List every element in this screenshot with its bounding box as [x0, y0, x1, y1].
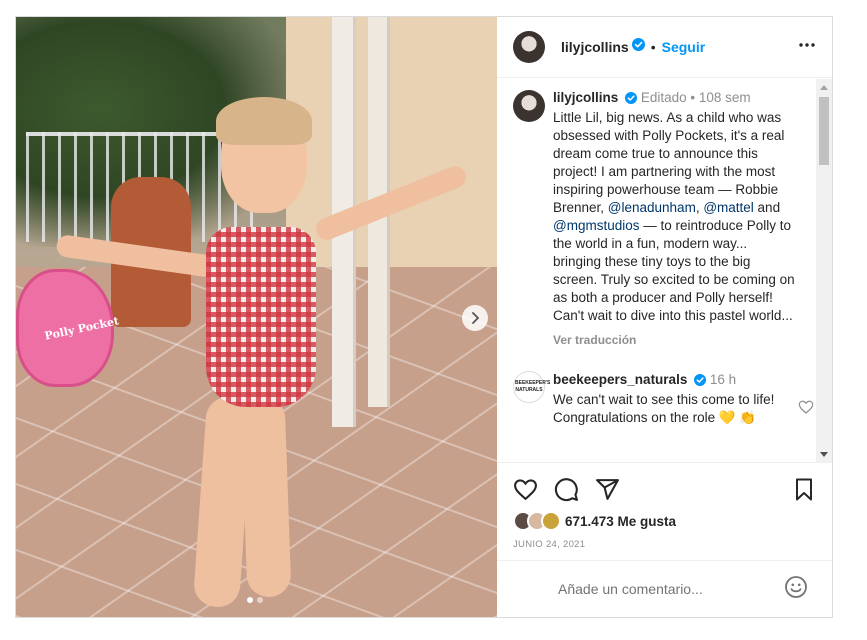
see-translation-link[interactable]: Ver traducción [553, 331, 798, 349]
scroll-down-arrow-icon[interactable] [820, 452, 828, 457]
comment-body: beekeepers_naturals 16 h We can't wait t… [553, 371, 798, 427]
comment-username[interactable]: beekeepers_naturals [553, 372, 687, 387]
like-comment-button[interactable] [798, 399, 814, 420]
emoji-button[interactable] [784, 575, 808, 604]
caption-text-part: — to reintroduce Polly to the world in a… [553, 218, 795, 323]
post-header: lilyjcollins • Seguir [497, 17, 832, 78]
more-options-button[interactable] [798, 36, 816, 59]
avatar[interactable] [513, 31, 545, 63]
mention-link[interactable]: @lenadunham [608, 200, 696, 215]
save-button[interactable] [792, 477, 816, 502]
verified-badge-icon [631, 38, 645, 56]
scrollbar-thumb[interactable] [819, 97, 829, 165]
avatar[interactable]: BEEKEEPER'S NATURALS [513, 371, 551, 403]
heart-icon [798, 400, 814, 414]
next-photo-button[interactable] [462, 305, 488, 331]
paper-plane-icon [596, 479, 619, 500]
avatar[interactable] [541, 511, 561, 531]
comment-text: We can't wait to see this come to life! … [553, 392, 775, 425]
scroll-up-arrow-icon[interactable] [820, 85, 828, 90]
liker-avatars [513, 511, 561, 531]
photo-gingham-swimsuit [206, 227, 316, 407]
post-date: JUNIO 24, 2021 [513, 539, 586, 550]
comment-item: BEEKEEPER'S NATURALS beekeepers_naturals… [513, 371, 814, 427]
mention-link[interactable]: @mgmstudios [553, 218, 639, 233]
verified-badge-icon [694, 373, 707, 391]
heart-icon [514, 479, 537, 501]
comment-bubble-icon [554, 478, 578, 502]
comment-input[interactable]: Añade un comentario... [558, 581, 703, 597]
photo-child-leg [240, 396, 292, 598]
action-icons [513, 477, 816, 502]
comments-panel[interactable]: lilyjcollins Editado • 108 sem Little Li… [497, 78, 832, 462]
caption-text: Little Lil, big news. As a child who was… [553, 109, 798, 325]
photo-child-hair [216, 97, 312, 145]
carousel-indicator [247, 597, 263, 603]
post-caption: lilyjcollins Editado • 108 sem Little Li… [513, 89, 814, 349]
comments-scrollbar[interactable] [816, 79, 832, 463]
verified-badge-icon [625, 91, 638, 109]
share-button[interactable] [595, 477, 620, 502]
instagram-post: Polly Pocket lilyjcollins • Seguir lilyj… [15, 16, 833, 618]
avatar[interactable] [513, 90, 545, 122]
carousel-dot [257, 597, 263, 603]
like-button[interactable] [513, 477, 538, 502]
smiley-icon [785, 575, 807, 598]
bookmark-icon [796, 478, 812, 501]
likes-row: 671.473 Me gusta [513, 511, 816, 531]
carousel-dot [247, 597, 253, 603]
caption-username[interactable]: lilyjcollins [553, 90, 618, 105]
chevron-right-icon [472, 312, 479, 324]
avatar-logo-text: BEEKEEPER'S NATURALS [515, 380, 551, 393]
more-icon [799, 42, 815, 47]
comment-button[interactable] [554, 477, 579, 502]
follow-button[interactable]: Seguir [662, 39, 706, 55]
header-username[interactable]: lilyjcollins [561, 39, 629, 55]
post-sidebar: lilyjcollins • Seguir lilyjcollins Edita… [497, 17, 832, 617]
caption-body: lilyjcollins Editado • 108 sem Little Li… [553, 89, 798, 349]
caption-text-part: and [753, 200, 781, 215]
caption-meta: Editado • 108 sem [640, 90, 751, 105]
post-actions: 671.473 Me gusta JUNIO 24, 2021 [497, 462, 832, 560]
add-comment-bar: Añade un comentario... [497, 560, 832, 617]
likes-count[interactable]: 671.473 Me gusta [565, 514, 676, 529]
post-photo[interactable]: Polly Pocket [16, 17, 497, 617]
mention-link[interactable]: @mattel [703, 200, 753, 215]
comment-time: 16 h [709, 372, 737, 387]
separator-dot: • [650, 39, 656, 55]
